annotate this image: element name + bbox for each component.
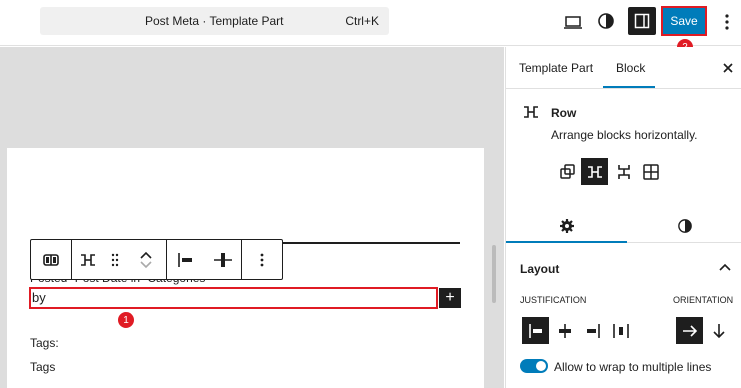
row-block-card-icon [522, 104, 540, 120]
settings-panel-toggle-icon[interactable] [628, 7, 656, 35]
tags-label: Tags: [30, 336, 59, 350]
layout-panel-title[interactable]: Layout [520, 262, 559, 276]
justify-center-option[interactable] [551, 317, 578, 344]
variation-stack-icon[interactable] [610, 158, 637, 185]
save-button[interactable]: Save [661, 6, 707, 36]
selected-paragraph-block[interactable]: by [29, 287, 438, 309]
active-tab-indicator [603, 86, 655, 88]
arrow-down-icon[interactable] [705, 317, 732, 344]
tab-template-part[interactable]: Template Part [519, 61, 593, 75]
settings-tab-indicator [506, 241, 627, 243]
command-palette-button[interactable]: Post Meta · Template Part Ctrl+K [40, 7, 389, 35]
editor-header: Post Meta · Template Part Ctrl+K Save 2 [0, 0, 741, 55]
style-contrast-icon[interactable] [595, 10, 617, 32]
block-toolbar [30, 239, 283, 280]
annotation-badge-1: 1 [118, 312, 134, 328]
close-icon[interactable] [720, 60, 736, 76]
orientation-label: ORIENTATION [673, 295, 734, 305]
more-options-icon[interactable] [718, 10, 736, 34]
chevron-up-icon[interactable] [718, 260, 732, 274]
variation-grid-icon[interactable] [637, 158, 664, 185]
styles-tab-contrast-icon[interactable] [627, 209, 741, 243]
vertical-align-icon[interactable] [205, 240, 241, 279]
variation-group-icon[interactable] [554, 158, 581, 185]
add-block-button[interactable]: + [439, 288, 461, 308]
command-title: Post Meta · Template Part [145, 14, 284, 28]
block-card: Row Arrange blocks horizontally. [506, 90, 741, 243]
settings-sidebar: Template Part Block Row Arrange blocks h… [505, 47, 741, 388]
move-up-icon[interactable] [140, 250, 152, 260]
justification-label: JUSTIFICATION [520, 295, 587, 305]
sidebar-tabs: Template Part Block [506, 47, 741, 89]
parent-block-button[interactable] [31, 240, 71, 279]
wrap-toggle-label: Allow to wrap to multiple lines [554, 360, 712, 374]
row-block-icon[interactable] [72, 240, 104, 279]
justify-left-option[interactable] [522, 317, 549, 344]
tab-block[interactable]: Block [616, 61, 645, 75]
canvas-scrollbar[interactable] [492, 245, 496, 303]
justify-right-option[interactable] [579, 317, 606, 344]
justify-left-icon[interactable] [167, 240, 205, 279]
move-down-icon[interactable] [140, 260, 152, 270]
block-name: Row [551, 106, 577, 120]
block-options-icon[interactable] [242, 240, 282, 279]
wrap-toggle[interactable] [520, 359, 548, 373]
command-shortcut: Ctrl+K [345, 14, 379, 28]
drag-handle-icon[interactable] [104, 240, 126, 279]
desktop-preview-icon[interactable] [562, 12, 584, 34]
arrow-right-icon[interactable] [676, 317, 703, 344]
tags-value[interactable]: Tags [30, 360, 55, 374]
settings-tab-gear-icon[interactable] [506, 209, 627, 243]
variation-row-icon[interactable] [581, 158, 608, 185]
block-description: Arrange blocks horizontally. [551, 128, 698, 142]
justify-space-between-option[interactable] [607, 317, 634, 344]
move-buttons [126, 240, 166, 279]
